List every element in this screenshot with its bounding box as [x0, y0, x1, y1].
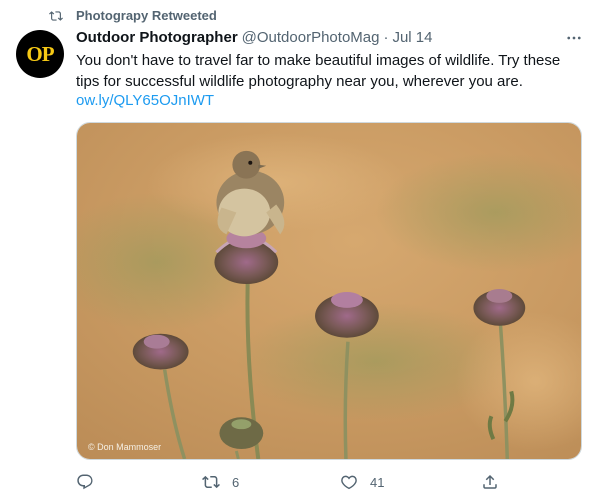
share-button[interactable]	[481, 470, 499, 494]
header-separator: ·	[383, 29, 389, 46]
retweet-count: 6	[232, 474, 240, 490]
reply-icon	[77, 474, 93, 490]
like-button[interactable]: 41	[340, 470, 384, 494]
tweet-photo[interactable]: © Don Mammoser	[76, 122, 582, 460]
bird-on-thistle-photo	[77, 123, 581, 459]
tweet-header: Outdoor Photographer @OutdoorPhotoMag · …	[76, 28, 433, 48]
tweet-actions: 6 41	[76, 470, 516, 494]
avatar-logo-text: OP	[26, 41, 54, 66]
more-icon	[567, 36, 581, 40]
author-handle[interactable]: @OutdoorPhotoMag	[242, 28, 380, 48]
tweet-link[interactable]: ow.ly/QLY65OJnIWT	[76, 90, 214, 111]
photo-credit: © Don Mammoser	[88, 442, 162, 452]
reply-button[interactable]	[76, 470, 106, 494]
retweet-button[interactable]: 6	[202, 470, 239, 494]
retweet-icon	[49, 11, 63, 21]
share-icon	[483, 474, 497, 489]
more-options-button[interactable]	[562, 28, 586, 48]
tweet-text: You don't have to travel far to make bea…	[76, 52, 561, 90]
tweet-date[interactable]: Jul 14	[392, 28, 432, 48]
heart-icon	[341, 475, 357, 490]
retweet-label[interactable]: Photograpy Retweeted	[76, 8, 217, 24]
avatar[interactable]: OP	[16, 30, 64, 78]
retweet-icon	[202, 475, 220, 489]
like-count: 41	[370, 474, 385, 490]
author-name[interactable]: Outdoor Photographer	[76, 28, 238, 48]
